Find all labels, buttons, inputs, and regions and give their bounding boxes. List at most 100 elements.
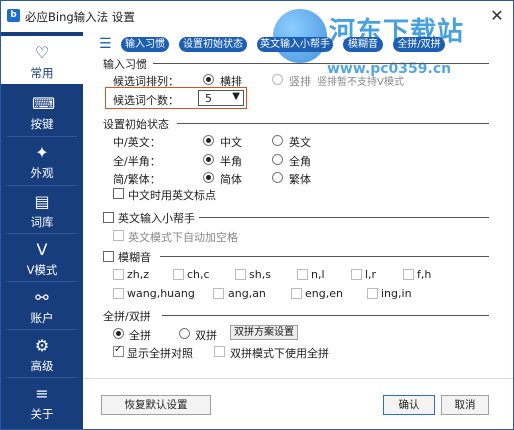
fuzzy-option-checkbox[interactable]: [235, 269, 246, 280]
english-helper-checkbox[interactable]: [103, 212, 114, 223]
sidebar-item-keys[interactable]: ⌨ 按键: [1, 87, 83, 135]
menu-icon[interactable]: ☰: [99, 36, 112, 52]
show-full-checkbox[interactable]: [113, 344, 124, 357]
double-pinyin-label: 双拼: [195, 329, 217, 342]
fuzzy-option-label: eng,en: [305, 287, 343, 300]
vertical-radio[interactable]: [272, 74, 283, 85]
sidebar-item-advanced[interactable]: ⚙ 高级: [1, 329, 83, 377]
sidebar: ♡ 常用 ⌨ 按键 ✦ 外观 ▤ 词库 V V模式 ⚯ 账户 ⚙ 高级 ≡ 关于: [1, 32, 83, 429]
book-icon: ▤: [34, 192, 50, 211]
sidebar-item-label: 按键: [30, 117, 54, 131]
fuzzy-option-checkbox[interactable]: [173, 269, 184, 280]
fuzzy-option-checkbox[interactable]: [213, 288, 224, 299]
candidate-count-select[interactable]: 5 ▼: [198, 90, 244, 106]
fuzzy-option-label: l,r: [365, 268, 377, 281]
sidebar-item-account[interactable]: ⚯ 账户: [1, 281, 83, 329]
sidebar-item-label: 词库: [30, 215, 54, 229]
traditional-radio[interactable]: [272, 172, 283, 183]
fuzzy-option-checkbox[interactable]: [113, 288, 124, 299]
sidebar-item-dictionary[interactable]: ▤ 词库: [1, 185, 83, 233]
use-full-label: 双拼模式下使用全拼: [230, 347, 329, 360]
fuzzy-option-checkbox[interactable]: [403, 269, 414, 280]
about-icon: ≡: [35, 384, 49, 403]
full-pinyin-label: 全拼: [129, 329, 151, 342]
english-radio[interactable]: [272, 135, 283, 146]
sidebar-item-v-mode[interactable]: V V模式: [1, 233, 83, 281]
group-title-initial-state: 设置初始状态: [103, 118, 169, 131]
sidebar-item-label: 账户: [30, 311, 54, 325]
group-title-fuzzy: 模糊音: [118, 251, 151, 264]
fuzzy-option-label: n,l: [311, 268, 325, 281]
english-punct-label: 中文时用英文标点: [128, 189, 216, 202]
english-punct-checkbox[interactable]: [113, 188, 124, 199]
vertical-note: 竖排暂不支持V模式: [317, 77, 404, 88]
group-divider: [162, 315, 489, 316]
tab-input-habit[interactable]: 输入习惯: [121, 37, 169, 52]
fuzzy-option-label: wang,huang: [127, 287, 195, 300]
sidebar-item-label: 高级: [30, 359, 54, 373]
fuzzy-option-checkbox[interactable]: [291, 288, 302, 299]
window-title: 必应Bing输入法 设置: [25, 10, 135, 24]
group-title-input-habit: 输入习惯: [103, 58, 147, 71]
full-width-radio[interactable]: [272, 154, 283, 165]
fuzzy-option-checkbox[interactable]: [351, 269, 362, 280]
group-title-pinyin-mode: 全拼/双拼: [103, 310, 151, 323]
tab-fuzzy[interactable]: 模糊音: [343, 37, 383, 52]
full-pinyin-radio[interactable]: [113, 328, 124, 339]
half-width-radio[interactable]: [203, 154, 214, 165]
chinese-radio[interactable]: [203, 135, 214, 146]
fuzzy-option-label: zh,z: [127, 268, 150, 281]
sidebar-item-label: 常用: [30, 66, 54, 80]
fuzzy-option-label: ing,in: [381, 287, 412, 300]
auto-space-label: 英文模式下自动加空格: [128, 231, 238, 244]
double-scheme-button[interactable]: 双拼方案设置: [230, 325, 298, 340]
gear-icon: ⚙: [34, 336, 50, 355]
fuzzy-option-label: ch,c: [187, 268, 210, 281]
sidebar-item-label: 关于: [30, 407, 54, 421]
chevron-down-icon: ▼: [232, 91, 240, 102]
group-title-english-helper: 英文输入小帮手: [118, 212, 195, 225]
keyboard-icon: ⌨: [32, 94, 56, 113]
double-pinyin-radio[interactable]: [179, 328, 190, 339]
fuzzy-option-checkbox[interactable]: [367, 288, 378, 299]
full-width-label: 全角: [289, 155, 311, 168]
ok-button[interactable]: 确认: [383, 395, 435, 415]
sidebar-item-common[interactable]: ♡ 常用: [1, 36, 83, 84]
half-width-label: 半角: [220, 155, 242, 168]
sidebar-item-about[interactable]: ≡ 关于: [1, 377, 83, 425]
auto-space-checkbox[interactable]: [113, 230, 124, 241]
candidate-count-label: 候选词个数：: [113, 94, 179, 107]
fuzzy-option-label: sh,s: [249, 268, 271, 281]
tab-initial-state[interactable]: 设置初始状态: [179, 37, 247, 52]
fuzzy-option-label: ang,an: [228, 287, 266, 300]
section-nav: ☰ 输入习惯 设置初始状态 英文输入小帮手 模糊音 全拼/双拼: [99, 35, 509, 53]
restore-defaults-button[interactable]: 恢复默认设置: [101, 395, 211, 415]
group-divider: [177, 123, 489, 124]
simplified-radio[interactable]: [203, 172, 214, 183]
english-label: 英文: [289, 136, 311, 149]
cancel-button[interactable]: 取消: [441, 395, 489, 415]
candidate-count-value: 5: [205, 92, 212, 105]
sidebar-item-label: 外观: [30, 166, 54, 180]
fuzzy-checkbox[interactable]: [103, 251, 114, 262]
sidebar-item-label: V模式: [26, 263, 58, 277]
footer-divider: [83, 378, 513, 379]
use-full-checkbox[interactable]: [214, 346, 225, 357]
tab-english-helper[interactable]: 英文输入小帮手: [257, 37, 333, 52]
simplified-label: 简体: [220, 173, 242, 186]
traditional-label: 繁体: [289, 173, 311, 186]
chinese-label: 中文: [220, 136, 242, 149]
horizontal-radio[interactable]: [203, 74, 214, 85]
fuzzy-option-checkbox[interactable]: [113, 269, 124, 280]
settings-window: b 必应Bing输入法 设置 ✕ 河东下载站 www.pc0359.cn ♡ 常…: [0, 0, 514, 430]
fuzzy-option-checkbox[interactable]: [297, 269, 308, 280]
v-mode-icon: V: [36, 240, 48, 259]
show-full-label: 显示全拼对照: [127, 347, 193, 360]
magic-wand-icon: ✦: [35, 143, 49, 162]
bing-logo-icon: b: [7, 9, 20, 22]
sidebar-item-appearance[interactable]: ✦ 外观: [1, 136, 83, 184]
group-divider: [153, 63, 489, 64]
width-label: 全/半角：: [113, 155, 161, 168]
tab-pinyin-mode[interactable]: 全拼/双拼: [393, 37, 445, 52]
vertical-label: 竖排: [289, 75, 311, 88]
